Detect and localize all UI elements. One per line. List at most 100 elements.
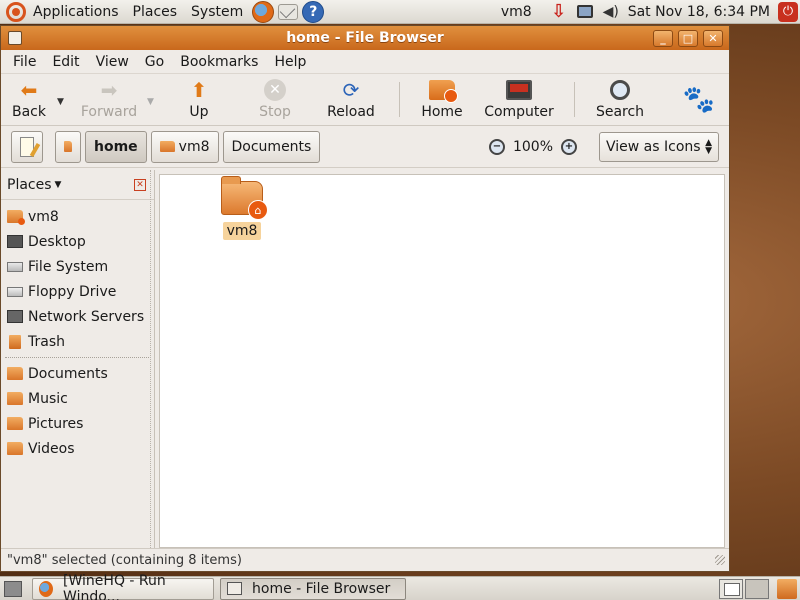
network-icon [7,310,23,323]
sidebar-item-music[interactable]: Music [1,386,154,411]
view-mode-select[interactable]: View as Icons ▲ ▼ [599,131,719,162]
window-titlebar[interactable]: home - File Browser _ □ ✕ [1,26,729,50]
power-icon[interactable]: ⏻ [778,1,798,22]
window-menu-icon[interactable] [8,31,22,45]
path-documents-button[interactable]: Documents [222,130,321,163]
sidebar-item-desktop[interactable]: Desktop [1,229,154,254]
sidebar-mode-select[interactable]: Places [7,177,52,193]
computer-icon [506,80,532,100]
task-file-browser[interactable]: home - File Browser [220,577,406,600]
sidebar-item-documents[interactable]: Documents [1,361,154,386]
file-view[interactable]: vm8 [159,174,725,548]
workspace-1[interactable] [719,578,743,599]
sidebar-item-trash[interactable]: Trash [1,329,154,354]
folder-icon [7,392,23,405]
resize-grip-icon[interactable] [715,555,725,565]
workspace-2[interactable] [745,578,769,599]
sidebar-divider [5,357,151,358]
menu-go[interactable]: Go [137,54,172,70]
folder-icon [7,367,23,380]
toggle-location-entry-button[interactable] [11,130,43,163]
clock[interactable]: Sat Nov 18, 6:34 PM [628,4,770,20]
sidebar-item-floppy[interactable]: Floppy Drive [1,279,154,304]
maximize-button[interactable]: □ [678,29,698,47]
top-panel: Applications Places System ? vm8 ⇩ ◀) Sa… [0,0,800,24]
update-notifier-icon[interactable]: ⇩ [550,1,568,22]
minimize-button[interactable]: _ [653,29,673,47]
firefox-launcher-icon[interactable] [252,0,275,23]
stop-icon: ✕ [264,79,286,101]
select-arrows-icon: ▲ ▼ [705,137,712,156]
forward-button[interactable]: ➡ Forward [71,74,147,125]
chevron-down-icon[interactable]: ▼ [55,180,62,190]
menu-bookmarks[interactable]: Bookmarks [172,54,266,70]
reload-icon: ⟳ [342,78,360,102]
location-bar: home vm8 Documents − 100% + View as Icon… [1,126,729,168]
firefox-icon [39,580,54,597]
forward-history-dropdown[interactable]: ▼ [147,74,161,125]
zoom-in-icon[interactable]: + [561,138,577,155]
network-monitor-icon[interactable] [576,3,594,21]
toolbar-separator [399,82,400,117]
main-menu: Applications Places System [0,0,250,24]
up-button[interactable]: ⬆ Up [161,74,237,125]
show-desktop-icon[interactable] [4,580,22,597]
menu-view[interactable]: View [88,54,137,70]
file-browser-window: home - File Browser _ □ ✕ File Edit View… [0,25,730,572]
folder-icon [7,417,23,430]
path-home-button[interactable]: home [85,130,147,163]
zoom-out-icon[interactable]: − [488,138,505,155]
home-folder-icon [221,176,268,220]
file-item-vm8[interactable]: vm8 [216,176,268,240]
mail-launcher-icon[interactable] [278,3,299,20]
user-switcher[interactable]: vm8 [501,4,532,20]
path-vm8-button[interactable]: vm8 [150,130,219,163]
sidebar-resize-handle[interactable] [150,170,154,548]
sidebar: Places ▼ ✕ vm8 Desktop File System Flopp… [1,170,155,548]
system-menu[interactable]: System [184,4,250,20]
trash-icon [9,334,21,349]
folder-icon [159,141,175,152]
toolbar-separator [574,82,575,117]
places-menu[interactable]: Places [126,4,185,20]
zoom-control: − 100% + View as Icons ▲ ▼ [481,131,719,162]
home-button[interactable]: Home [410,74,474,125]
search-button[interactable]: Search [585,74,655,125]
file-browser-icon [227,582,242,595]
status-bar: "vm8" selected (containing 8 items) [1,548,729,571]
status-text: "vm8" selected (containing 8 items) [7,552,242,568]
sidebar-item-videos[interactable]: Videos [1,436,154,461]
system-tray: vm8 ⇩ ◀) Sat Nov 18, 6:34 PM ⏻ [501,0,800,24]
path-root-button[interactable] [55,130,81,163]
trash-applet-icon[interactable] [777,578,797,599]
sidebar-item-pictures[interactable]: Pictures [1,411,154,436]
ubuntu-logo-icon[interactable] [6,1,26,22]
task-winehq[interactable]: [WineHQ - Run Windo... [32,573,214,600]
back-button[interactable]: ⬅ Back [1,74,57,125]
help-launcher-icon[interactable]: ? [302,0,325,23]
zoom-level[interactable]: 100% [513,139,553,155]
home-folder-icon [429,80,458,103]
menu-edit[interactable]: Edit [44,54,87,70]
sidebar-item-home[interactable]: vm8 [1,204,154,229]
close-button[interactable]: ✕ [703,29,723,47]
home-folder-icon [7,210,25,225]
menu-file[interactable]: File [5,54,44,70]
search-icon [610,80,630,100]
sidebar-item-network[interactable]: Network Servers [1,304,154,329]
sidebar-close-icon[interactable]: ✕ [134,178,146,191]
menu-help[interactable]: Help [266,54,314,70]
reload-button[interactable]: ⟳ Reload [313,74,389,125]
bottom-panel: [WineHQ - Run Windo... home - File Brows… [0,573,800,600]
desktop-icon [7,235,23,248]
file-label: vm8 [222,222,262,240]
computer-button[interactable]: Computer [474,74,564,125]
applications-menu[interactable]: Applications [26,4,126,20]
stop-button[interactable]: ✕ Stop [237,74,313,125]
folder-icon [64,141,72,152]
edit-location-icon [20,136,34,157]
toolbar: ⬅ Back ▼ ➡ Forward ▼ ⬆ Up ✕ Stop ⟳ Reloa… [1,74,729,126]
volume-icon[interactable]: ◀) [602,3,620,21]
sidebar-item-filesystem[interactable]: File System [1,254,154,279]
back-history-dropdown[interactable]: ▼ [57,74,71,125]
